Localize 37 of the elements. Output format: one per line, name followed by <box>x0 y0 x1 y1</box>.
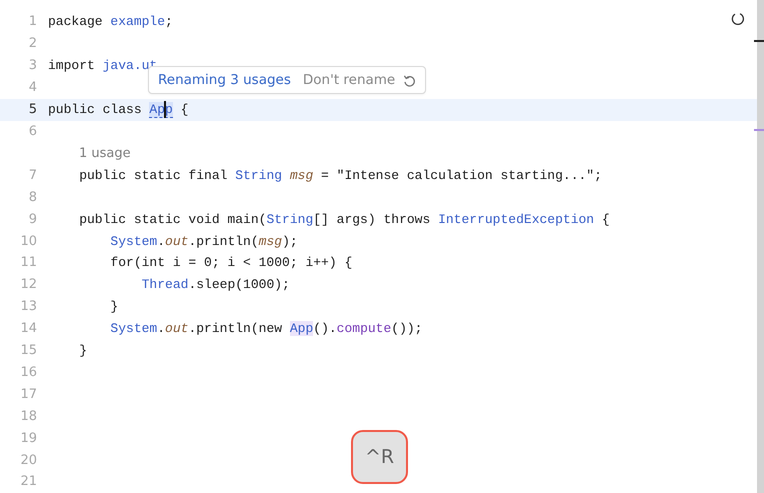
line-number: 7 <box>28 168 37 183</box>
loading-spinner-icon <box>730 11 746 27</box>
scrollbar[interactable] <box>757 0 764 493</box>
line-number: 20 <box>19 452 37 468</box>
line-number: 18 <box>19 408 37 424</box>
line-number: 5 <box>28 102 37 118</box>
line-number: 3 <box>28 58 37 74</box>
code-line: public static void main(String[] args) throws InterruptedException { <box>78 212 610 227</box>
line-number: 21 <box>19 474 37 490</box>
line-number: 16 <box>19 364 37 380</box>
dont-rename-button[interactable]: Don't rename <box>302 72 416 88</box>
code-line: System.out.println(msg); <box>109 234 298 249</box>
shortcut-key-hint: ^R <box>351 430 408 484</box>
line-number: 2 <box>28 36 37 52</box>
line-number: 9 <box>28 212 37 227</box>
code-line: Thread.sleep(1000); <box>140 277 290 292</box>
code-line: for(int i = 0; i < 1000; i++) { <box>109 255 352 270</box>
line-number: 17 <box>19 386 37 402</box>
line-number: 8 <box>28 190 37 205</box>
usage-hint[interactable]: 1 usage <box>79 146 131 161</box>
rename-status: Renaming 3 usages <box>158 72 291 88</box>
line-number: 15 <box>19 343 37 358</box>
code-line: System.out.println(new App().compute()); <box>109 321 422 336</box>
line-number: 10 <box>19 234 37 249</box>
line-number: 1 <box>28 14 37 30</box>
line-number: 12 <box>19 277 37 292</box>
code-line: } <box>78 343 88 358</box>
line-number: 11 <box>19 255 37 270</box>
undo-icon <box>403 74 416 86</box>
code-line: public static final String msg = "Intense calculation starting..."; <box>78 168 602 183</box>
line-number: 19 <box>19 430 37 446</box>
line-number: 14 <box>19 321 37 336</box>
line-number: 4 <box>28 80 37 96</box>
line-number: 13 <box>19 299 37 314</box>
code-line: package example; <box>48 14 173 30</box>
line-number: 6 <box>28 124 37 139</box>
code-line: } <box>109 299 118 314</box>
